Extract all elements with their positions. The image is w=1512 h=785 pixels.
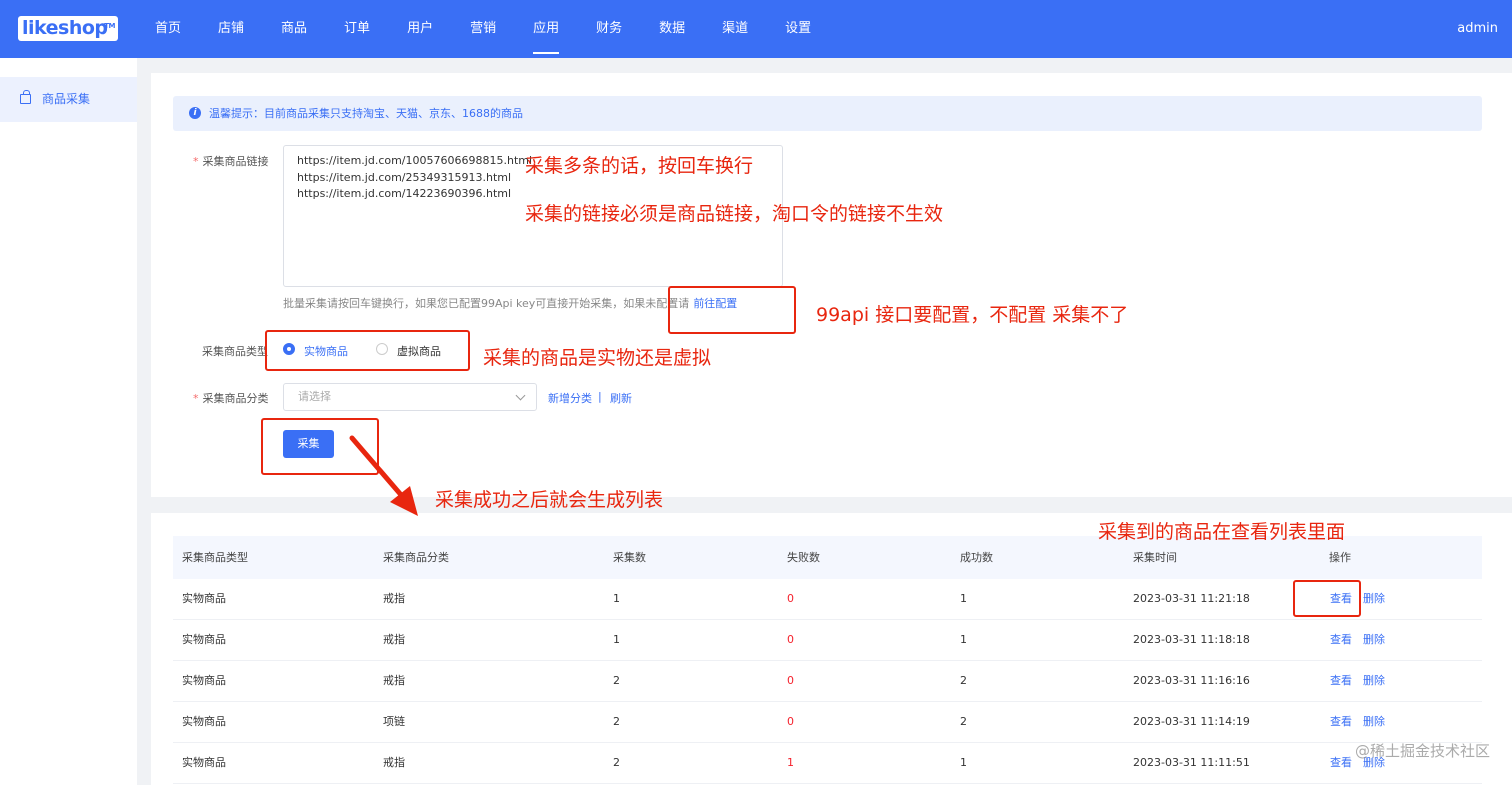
cell-success: 1 [960,756,967,769]
delete-button[interactable]: 删除 [1363,620,1385,660]
cell-count: 2 [613,674,620,687]
nav-home[interactable]: 首页 [155,0,181,58]
tip-banner: i 温馨提示：目前商品采集只支持淘宝、天猫、京东、1688的商品 [173,96,1482,131]
table-row: 实物商品 项链 2 0 2 2023-03-31 11:14:19 查看 删除 [173,702,1482,743]
cell-failed: 1 [787,756,794,769]
category-placeholder: 请选择 [298,390,331,403]
annotation-link-rule: 采集的链接必须是商品链接，淘口令的链接不生效 [525,203,944,225]
col-failed: 失败数 [787,551,820,564]
cell-failed: 0 [787,674,794,687]
table-row: 实物商品 戒指 1 0 1 2023-03-31 11:18:18 查看 删除 [173,620,1482,661]
cell-time: 2023-03-31 11:16:16 [1133,674,1250,687]
cell-count: 2 [613,756,620,769]
table-row: 实物商品 戒指 2 0 2 2023-03-31 11:16:16 查看 删除 [173,661,1482,702]
delete-button[interactable]: 删除 [1363,702,1385,742]
cell-failed: 0 [787,633,794,646]
add-category-link[interactable]: 新增分类 [548,390,592,406]
cell-time: 2023-03-31 11:18:18 [1133,633,1250,646]
view-button[interactable]: 查看 [1330,743,1352,783]
nav-shop[interactable]: 店铺 [218,0,244,58]
likeshop-logo[interactable]: likeshop TM [18,16,118,41]
cell-time: 2023-03-31 11:21:18 [1133,592,1250,605]
annotation-list: 采集成功之后就会生成列表 [435,489,664,511]
link-divider: | [598,390,602,403]
annotation-box-config [668,286,796,334]
chevron-down-icon [515,390,526,401]
col-count: 采集数 [613,551,646,564]
view-button[interactable]: 查看 [1330,620,1352,660]
delete-button[interactable]: 删除 [1363,661,1385,701]
category-field-label: * 采集商品分类 [193,392,269,405]
logo-tm: TM [104,22,115,30]
nav-settings[interactable]: 设置 [785,0,811,58]
annotation-box-view [1293,580,1361,617]
cell-success: 1 [960,633,967,646]
cell-success: 2 [960,674,967,687]
main-nav: 首页 店铺 商品 订单 用户 营销 应用 财务 数据 渠道 设置 [155,0,848,58]
nav-apps[interactable]: 应用 [533,0,560,58]
col-type: 采集商品类型 [182,551,248,564]
annotation-view: 采集到的商品在查看列表里面 [1098,521,1346,543]
cell-count: 2 [613,715,620,728]
cell-type: 实物商品 [182,715,226,728]
cell-category: 戒指 [383,756,405,769]
nav-marketing[interactable]: 营销 [470,0,496,58]
sidebar-item-label: 商品采集 [42,92,91,106]
nav-channels[interactable]: 渠道 [722,0,748,58]
delete-button[interactable]: 删除 [1363,579,1385,619]
cell-category: 戒指 [383,633,405,646]
nav-orders[interactable]: 订单 [344,0,370,58]
watermark: @稀土掘金技术社区 [1354,742,1490,760]
col-category: 采集商品分类 [383,551,449,564]
annotation-api-config: 99api 接口要配置，不配置 采集不了 [816,304,1129,326]
nav-users[interactable]: 用户 [407,0,433,58]
table-row: 实物商品 戒指 1 0 1 2023-03-31 11:21:18 查看 删除 [173,579,1482,620]
cell-type: 实物商品 [182,592,226,605]
col-success: 成功数 [960,551,993,564]
cell-count: 1 [613,592,620,605]
type-field-label: 采集商品类型 [202,345,268,358]
annotation-type: 采集的商品是实物还是虚拟 [483,347,712,369]
cell-type: 实物商品 [182,633,226,646]
cell-failed: 0 [787,592,794,605]
sidebar-item-goods-collect[interactable]: 商品采集 [0,77,137,122]
cell-failed: 0 [787,715,794,728]
annotation-newline: 采集多条的话，按回车换行 [525,155,754,177]
category-select[interactable]: 请选择 [283,383,537,411]
cell-type: 实物商品 [182,674,226,687]
nav-data[interactable]: 数据 [659,0,685,58]
cell-category: 戒指 [383,592,405,605]
user-menu[interactable]: admin [1457,0,1498,58]
table-row: 实物商品 戒指 2 1 1 2023-03-31 11:11:51 查看 删除 [173,743,1482,784]
logo-text: likeshop [22,17,108,39]
info-icon: i [189,107,201,119]
sidebar: 商品采集 [0,58,137,785]
cell-time: 2023-03-31 11:14:19 [1133,715,1250,728]
nav-goods[interactable]: 商品 [281,0,307,58]
view-button[interactable]: 查看 [1330,702,1352,742]
link-field-label: * 采集商品链接 [193,155,269,168]
cell-category: 戒指 [383,674,405,687]
top-navbar: likeshop TM 首页 店铺 商品 订单 用户 营销 应用 财务 数据 渠道… [0,0,1512,58]
cell-type: 实物商品 [182,756,226,769]
view-button[interactable]: 查看 [1330,661,1352,701]
cell-time: 2023-03-31 11:11:51 [1133,756,1250,769]
annotation-box-type [265,330,470,371]
cell-success: 2 [960,715,967,728]
cell-category: 项链 [383,715,405,728]
refresh-link[interactable]: 刷新 [610,390,632,406]
shopping-bag-icon [20,90,31,104]
arrow-icon [349,435,418,516]
cell-success: 1 [960,592,967,605]
nav-finance[interactable]: 财务 [596,0,622,58]
tip-text: 温馨提示：目前商品采集只支持淘宝、天猫、京东、1688的商品 [209,107,523,120]
cell-count: 1 [613,633,620,646]
